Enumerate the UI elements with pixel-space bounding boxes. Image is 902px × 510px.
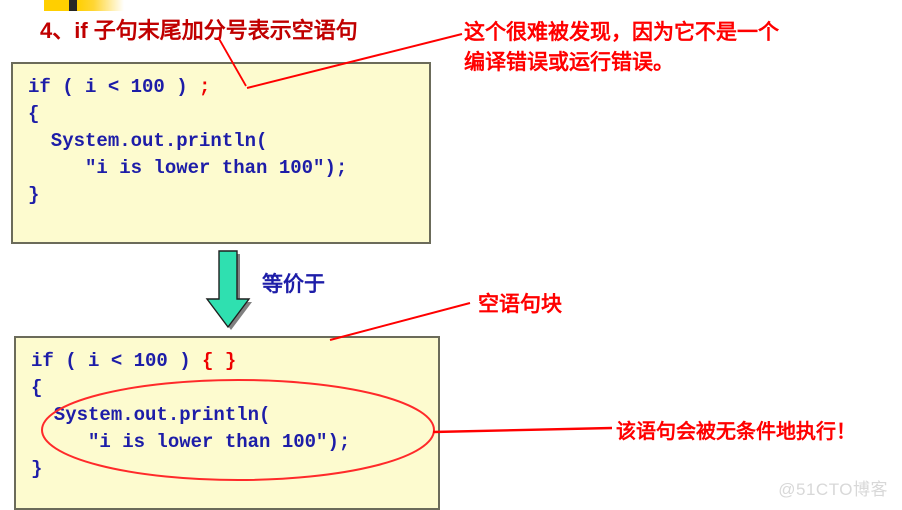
- code-line-3: System.out.println(: [28, 130, 268, 152]
- leader-line-ellipse-to-note: [432, 426, 613, 434]
- annotation-hard-to-find-line2: 编译错误或运行错误。: [464, 51, 674, 74]
- empty-statement-block-braces: { }: [202, 350, 237, 372]
- annotation-hard-to-find: 这个很难被发现，因为它不是一个 编译错误或运行错误。: [464, 18, 779, 78]
- code-line-1: if ( i < 100 ): [28, 76, 200, 98]
- code2-line-2: {: [31, 377, 43, 399]
- code-line-4: "i is lower than 100");: [28, 157, 348, 179]
- code2-line-3: System.out.println(: [31, 404, 271, 426]
- code-block-with-semicolon: if ( i < 100 ) ; { System.out.println( "…: [11, 62, 431, 244]
- page-title: 4、if 子句末尾加分号表示空语句: [40, 18, 358, 43]
- leader-line-braces-to-empty-block: [329, 302, 471, 341]
- annotation-unconditional-execution: 该语句会被无条件地执行！: [616, 421, 856, 443]
- equivalence-label: 等价于: [262, 273, 325, 296]
- decorative-top-bar: [44, 0, 124, 11]
- code2-line-4: "i is lower than 100");: [31, 431, 351, 453]
- code2-line-5: }: [31, 458, 43, 480]
- annotation-hard-to-find-line1: 这个很难被发现，因为它不是一个: [464, 21, 779, 44]
- code-box-1-text: if ( i < 100 ) ; { System.out.println( "…: [28, 74, 347, 209]
- empty-statement-semicolon: ;: [199, 76, 211, 98]
- code2-line-1-prefix: if ( i < 100 ): [31, 350, 203, 372]
- code-box-2-text: if ( i < 100 ) { } { System.out.println(…: [31, 348, 350, 483]
- equivalence-arrow-icon: [196, 247, 256, 332]
- code-line-5: }: [28, 184, 40, 206]
- code-block-with-empty-braces: if ( i < 100 ) { } { System.out.println(…: [14, 336, 440, 510]
- annotation-empty-block: 空语句块: [478, 293, 562, 316]
- code-line-2: {: [28, 103, 40, 125]
- watermark: @51CTO博客: [778, 480, 888, 499]
